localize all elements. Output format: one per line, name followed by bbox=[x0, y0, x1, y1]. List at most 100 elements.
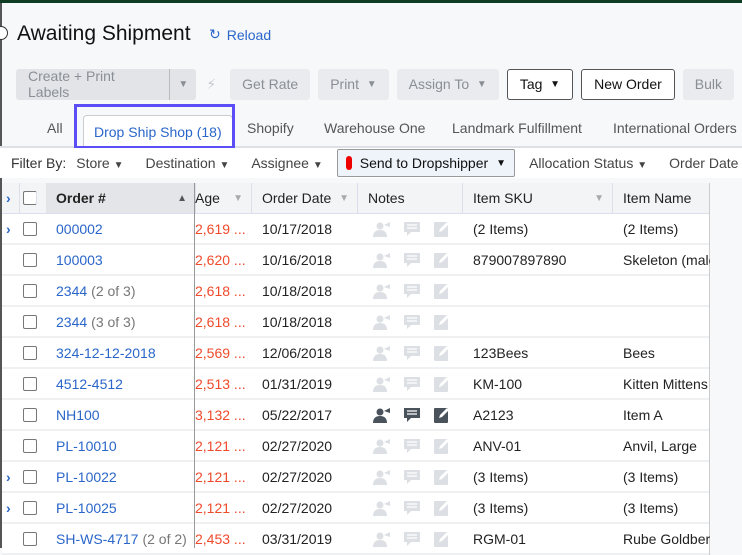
order-link[interactable]: 2344 bbox=[56, 283, 87, 299]
filter-destination[interactable]: Destination ▼ bbox=[146, 155, 230, 171]
order-link[interactable]: NH100 bbox=[56, 407, 100, 423]
order-link[interactable]: PL-10010 bbox=[56, 438, 117, 454]
tab-all[interactable]: All bbox=[47, 120, 63, 136]
edit-note-icon[interactable] bbox=[433, 283, 451, 299]
order-link[interactable]: 4512-4512 bbox=[56, 376, 123, 392]
order-link[interactable]: 324-12-12-2018 bbox=[56, 345, 156, 361]
row-checkbox[interactable] bbox=[23, 500, 37, 515]
comment-icon[interactable] bbox=[403, 221, 421, 237]
column-age[interactable]: Age ▼ bbox=[195, 183, 252, 213]
row-checkbox[interactable] bbox=[23, 252, 37, 267]
assign-user-icon[interactable] bbox=[373, 376, 391, 392]
table-row[interactable]: SH-WS-4717 (2 of 2) 2,453 ... 03/31/2019 … bbox=[2, 524, 710, 555]
edit-note-icon[interactable] bbox=[433, 314, 451, 330]
assign-user-icon[interactable] bbox=[373, 531, 391, 547]
table-row[interactable]: 4512-4512 2,513 ... 01/31/2019 KM-100 Ki… bbox=[2, 369, 709, 400]
row-checkbox[interactable] bbox=[23, 345, 37, 360]
row-checkbox[interactable] bbox=[23, 314, 37, 329]
create-print-labels-button[interactable]: Create + Print Labels bbox=[16, 68, 169, 100]
table-row[interactable]: › PL-10025 2,121 ... 02/27/2020 (3 Items… bbox=[2, 493, 709, 524]
chevron-down-icon[interactable]: ▼ bbox=[169, 68, 196, 100]
comment-icon[interactable] bbox=[403, 314, 421, 330]
reload-button[interactable]: ↻ Reload bbox=[209, 26, 271, 43]
table-row[interactable]: 2344 (3 of 3) 2,618 ... 10/18/2018 bbox=[2, 307, 709, 338]
row-checkbox[interactable] bbox=[23, 376, 37, 391]
new-order-button[interactable]: New Order bbox=[581, 68, 675, 100]
filter-store[interactable]: Store ▼ bbox=[76, 155, 123, 171]
row-checkbox[interactable] bbox=[23, 407, 37, 422]
comment-icon[interactable] bbox=[403, 531, 421, 547]
row-checkbox[interactable] bbox=[23, 438, 37, 453]
get-rate-button[interactable]: Get Rate bbox=[230, 68, 311, 100]
assign-user-icon[interactable] bbox=[373, 438, 391, 454]
create-print-labels-split-button[interactable]: Create + Print Labels ▼ bbox=[16, 68, 197, 100]
table-row[interactable]: 2344 (2 of 3) 2,618 ... 10/18/2018 bbox=[2, 276, 709, 307]
comment-icon[interactable] bbox=[403, 345, 421, 361]
expand-row-icon[interactable] bbox=[6, 431, 20, 460]
table-row[interactable]: NH100 3,132 ... 05/22/2017 A2123 Item A bbox=[2, 400, 709, 431]
tag-button[interactable]: Tag ▼ bbox=[506, 68, 574, 100]
edit-note-icon[interactable] bbox=[433, 221, 451, 237]
table-row[interactable]: 100003 2,620 ... 10/16/2018 879007897890… bbox=[2, 245, 710, 276]
expand-row-icon[interactable] bbox=[6, 307, 20, 336]
column-order[interactable]: Order # ▲ bbox=[46, 183, 196, 213]
column-item-name[interactable]: Item Name bbox=[613, 183, 710, 213]
order-link[interactable]: PL-10022 bbox=[56, 469, 117, 485]
row-checkbox[interactable] bbox=[23, 469, 37, 484]
comment-icon[interactable] bbox=[403, 252, 421, 268]
assign-user-icon[interactable] bbox=[373, 283, 391, 299]
tab-landmark-fulfillment[interactable]: Landmark Fulfillment bbox=[452, 120, 582, 136]
filter-assignee[interactable]: Assignee ▼ bbox=[251, 155, 322, 171]
comment-icon[interactable] bbox=[403, 283, 421, 299]
filter-allocation-status[interactable]: Allocation Status ▼ bbox=[529, 155, 647, 171]
assign-user-icon[interactable] bbox=[373, 314, 391, 330]
comment-icon[interactable] bbox=[403, 376, 421, 392]
select-all-checkbox[interactable] bbox=[23, 191, 37, 205]
edit-note-icon[interactable] bbox=[433, 345, 451, 361]
table-row[interactable]: 324-12-12-2018 2,569 ... 12/06/2018 123B… bbox=[2, 338, 709, 369]
expand-row-icon[interactable]: › bbox=[6, 462, 20, 491]
assign-user-icon[interactable] bbox=[373, 252, 391, 268]
edit-note-icon[interactable] bbox=[433, 531, 451, 547]
assign-user-icon[interactable] bbox=[373, 345, 391, 361]
edit-note-icon[interactable] bbox=[433, 469, 451, 485]
row-checkbox[interactable] bbox=[23, 283, 37, 298]
column-order-date[interactable]: Order Date ▼ bbox=[252, 183, 358, 213]
tab-shopify[interactable]: Shopify bbox=[247, 120, 294, 136]
column-notes[interactable]: Notes bbox=[358, 183, 463, 213]
row-checkbox[interactable] bbox=[23, 531, 37, 546]
assign-user-icon[interactable] bbox=[373, 407, 391, 423]
edit-note-icon[interactable] bbox=[433, 438, 451, 454]
collapse-sidebar-icon[interactable] bbox=[0, 26, 8, 40]
tab-warehouse-one[interactable]: Warehouse One bbox=[324, 120, 425, 136]
filter-order-date[interactable]: Order Date ▼ bbox=[669, 155, 742, 171]
assign-to-button[interactable]: Assign To ▼ bbox=[396, 68, 499, 100]
expand-all-icon[interactable]: › bbox=[6, 183, 20, 213]
order-link[interactable]: SH-WS-4717 bbox=[56, 531, 138, 547]
expand-row-icon[interactable] bbox=[6, 524, 20, 553]
tab-international-orders[interactable]: International Orders bbox=[613, 120, 737, 136]
expand-row-icon[interactable] bbox=[6, 400, 20, 429]
assign-user-icon[interactable] bbox=[373, 469, 391, 485]
column-item-sku[interactable]: Item SKU ▼ bbox=[463, 183, 613, 213]
bulk-button[interactable]: Bulk bbox=[682, 68, 734, 100]
assign-user-icon[interactable] bbox=[373, 221, 391, 237]
comment-icon[interactable] bbox=[403, 469, 421, 485]
filter-send-to-dropshipper[interactable]: Send to Dropshipper ▼ bbox=[336, 149, 516, 177]
comment-icon[interactable] bbox=[403, 438, 421, 454]
row-checkbox[interactable] bbox=[23, 221, 37, 236]
assign-user-icon[interactable] bbox=[373, 500, 391, 516]
order-link[interactable]: 000002 bbox=[56, 221, 103, 237]
order-link[interactable]: 100003 bbox=[56, 252, 103, 268]
table-row[interactable]: › PL-10022 2,121 ... 02/27/2020 (3 Items… bbox=[2, 462, 709, 493]
table-row[interactable]: › 000002 2,619 ... 10/17/2018 (2 Items) … bbox=[2, 214, 709, 245]
comment-icon[interactable] bbox=[403, 500, 421, 516]
expand-row-icon[interactable]: › bbox=[6, 493, 20, 522]
expand-row-icon[interactable] bbox=[6, 276, 20, 305]
order-link[interactable]: PL-10025 bbox=[56, 500, 117, 516]
expand-row-icon[interactable] bbox=[6, 369, 20, 398]
expand-row-icon[interactable]: › bbox=[6, 214, 20, 243]
edit-note-icon[interactable] bbox=[433, 252, 451, 268]
comment-icon[interactable] bbox=[403, 407, 421, 423]
order-link[interactable]: 2344 bbox=[56, 314, 87, 330]
